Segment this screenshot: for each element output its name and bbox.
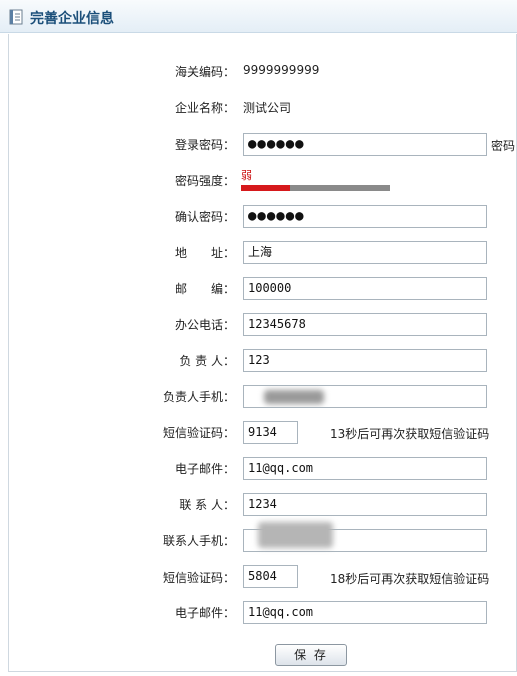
sms-code-1-countdown: 13秒后可再次获取短信验证码 — [330, 427, 490, 441]
responsible-mobile-input[interactable] — [243, 385, 487, 408]
sms-code-2-input[interactable]: 5804 — [243, 565, 298, 588]
responsible-person-label: 负 责 人： — [179, 354, 235, 368]
email-1-input[interactable]: 11@qq.com — [243, 457, 487, 480]
contact-person-label: 联 系 人： — [179, 498, 235, 512]
title-bar: 完善企业信息 — [0, 0, 517, 33]
office-phone-label: 办公电话： — [174, 318, 235, 332]
sms-code-1-input[interactable]: 9134 — [243, 421, 298, 444]
customs-code-label: 海关编码： — [174, 65, 235, 79]
responsible-mobile-label: 负责人手机： — [162, 390, 235, 404]
confirm-password-label: 确认密码： — [174, 210, 235, 224]
postcode-input[interactable]: 100000 — [243, 277, 487, 300]
company-name-label: 企业名称： — [174, 101, 235, 115]
confirm-password-input[interactable]: ●●●●●● — [243, 205, 487, 228]
contact-mobile-label: 联系人手机： — [162, 534, 235, 548]
frame-left — [8, 34, 9, 672]
frame-bottom — [8, 671, 517, 672]
office-phone-input[interactable]: 12345678 — [243, 313, 487, 336]
sms-code-1-label: 短信验证码： — [162, 426, 235, 440]
address-input[interactable]: 上海 — [243, 241, 487, 264]
address-label: 地 址： — [174, 246, 235, 260]
contact-mobile-input[interactable] — [243, 522, 487, 552]
blurred-phone-number — [258, 522, 333, 548]
password-strength-label: 密码强度： — [174, 174, 235, 188]
password-suffix-label: 密码 — [491, 139, 516, 153]
password-strength-text: 弱 — [241, 169, 252, 182]
blurred-phone-number — [264, 390, 324, 404]
contact-person-input[interactable]: 1234 — [243, 493, 487, 516]
page-title: 完善企业信息 — [30, 11, 114, 27]
login-password-input[interactable]: ●●●●●● — [243, 133, 487, 156]
sms-code-2-label: 短信验证码： — [162, 571, 235, 585]
password-strength-bar — [241, 185, 290, 191]
postcode-label: 邮 编： — [174, 282, 235, 296]
email-1-label: 电子邮件： — [174, 462, 235, 476]
login-password-label: 登录密码： — [174, 138, 235, 152]
email-2-input[interactable]: 11@qq.com — [243, 601, 487, 624]
customs-code-value: 9999999999 — [243, 63, 320, 77]
company-name-value: 测试公司 — [243, 101, 292, 115]
save-button[interactable]: 保 存 — [275, 644, 347, 666]
responsible-person-input[interactable]: 123 — [243, 349, 487, 372]
email-2-label: 电子邮件： — [174, 606, 235, 620]
sms-code-2-countdown: 18秒后可再次获取短信验证码 — [330, 572, 490, 586]
document-icon — [9, 9, 23, 25]
